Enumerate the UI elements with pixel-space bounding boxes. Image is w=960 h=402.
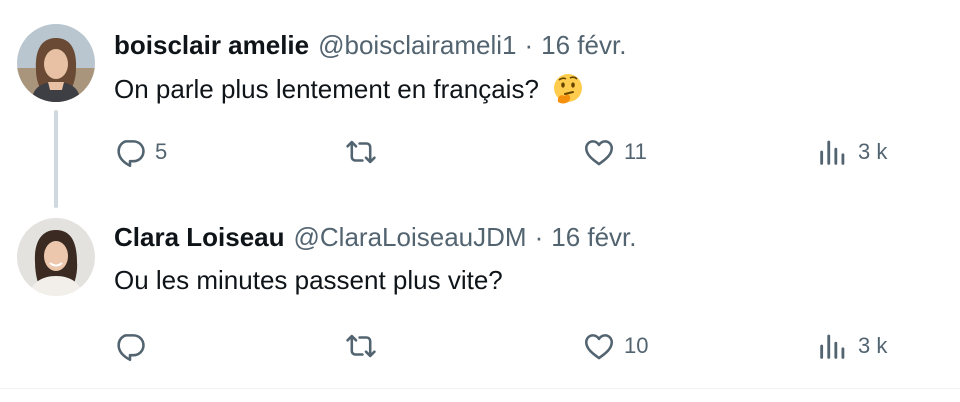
view-count: 3 k xyxy=(858,333,888,358)
retweet-button[interactable] xyxy=(344,134,386,170)
user-handle[interactable]: @ClaraLoiseauJDM xyxy=(294,222,527,252)
retweet-icon xyxy=(344,329,378,363)
user-handle[interactable]: @boisclairameli1 xyxy=(318,30,516,60)
reply-count: 5 xyxy=(155,139,168,164)
tweet-actions: 10 3 k xyxy=(0,328,960,364)
like-icon xyxy=(582,329,616,363)
display-name[interactable]: Clara Loiseau xyxy=(114,222,285,252)
tweet-text-content: Ou les minutes passent plus vite? xyxy=(114,265,503,295)
like-button[interactable]: 10 xyxy=(582,328,648,364)
like-button[interactable]: 11 xyxy=(582,134,647,170)
views-icon xyxy=(816,329,850,363)
separator-dot: · xyxy=(524,30,534,60)
tweet-text-content: On parle plus lentement en français? xyxy=(114,74,539,104)
tweet[interactable]: Clara Loiseau @ClaraLoiseauJDM · 16 févr… xyxy=(0,196,960,390)
like-count: 11 xyxy=(624,139,647,164)
like-icon xyxy=(582,135,616,169)
retweet-icon xyxy=(344,135,378,169)
timestamp[interactable]: 16 févr. xyxy=(551,222,636,252)
divider xyxy=(0,388,960,389)
views-button[interactable]: 3 k xyxy=(816,134,887,170)
reply-button[interactable]: 5 xyxy=(113,134,167,170)
tweet-actions: 5 11 3 k xyxy=(0,134,960,170)
thinking-face-emoji xyxy=(551,72,585,106)
reply-button[interactable] xyxy=(113,328,155,364)
views-icon xyxy=(816,135,850,169)
like-count: 10 xyxy=(624,333,649,358)
tweet[interactable]: boisclair amelie @boisclairameli1 · 16 f… xyxy=(0,0,960,208)
display-name[interactable]: boisclair amelie xyxy=(114,30,309,60)
reply-icon xyxy=(113,135,147,169)
separator-dot: · xyxy=(534,222,544,252)
timestamp[interactable]: 16 févr. xyxy=(541,30,626,60)
retweet-button[interactable] xyxy=(344,328,386,364)
views-button[interactable]: 3 k xyxy=(816,328,887,364)
avatar[interactable] xyxy=(17,218,95,296)
tweet-header: Clara Loiseau @ClaraLoiseauJDM · 16 févr… xyxy=(114,222,637,252)
tweet-text: Ou les minutes passent plus vite? xyxy=(114,263,503,297)
tweet-header: boisclair amelie @boisclairameli1 · 16 f… xyxy=(114,30,626,60)
reply-icon xyxy=(113,329,147,363)
tweet-text: On parle plus lentement en français? xyxy=(114,72,585,106)
avatar[interactable] xyxy=(17,24,95,102)
view-count: 3 k xyxy=(858,139,888,164)
